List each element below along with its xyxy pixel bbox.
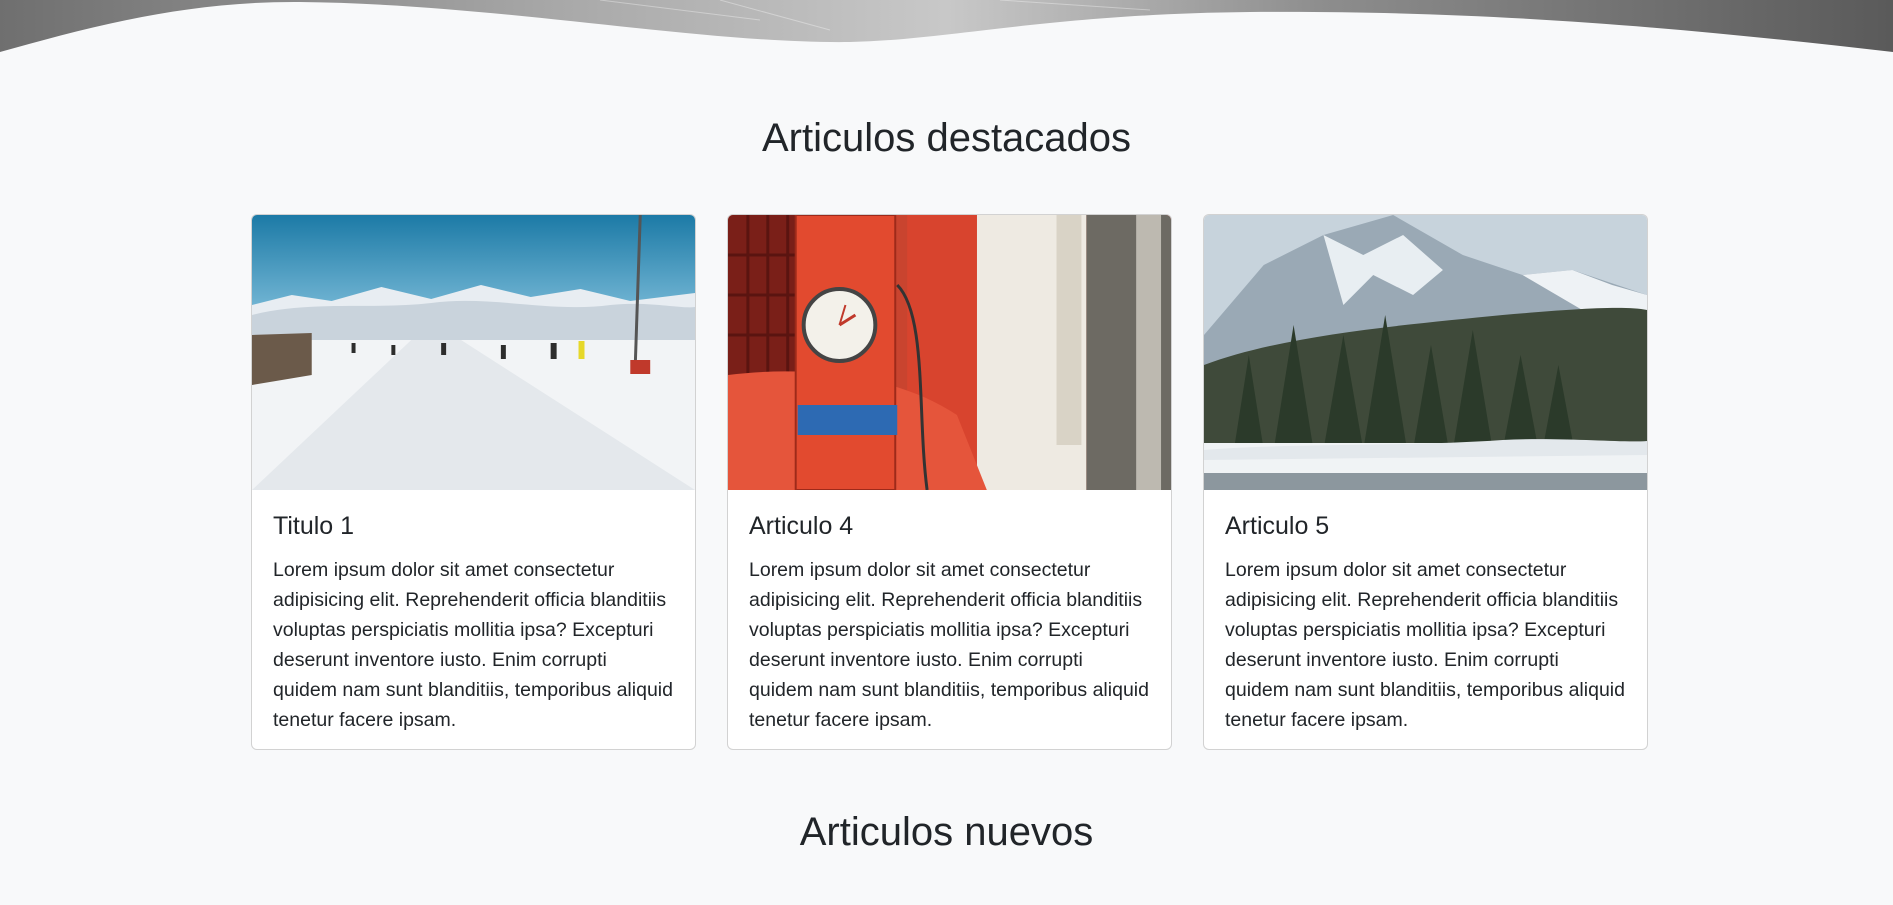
article-card[interactable]: Titulo 1 Lorem ipsum dolor sit amet cons… xyxy=(251,214,696,750)
vintage-gas-pump-image xyxy=(728,215,1171,490)
card-text: Lorem ipsum dolor sit amet consectetur a… xyxy=(273,559,673,731)
card-title: Titulo 1 xyxy=(273,512,355,540)
new-section-title: Articulos nuevos xyxy=(799,810,1094,854)
card-title: Articulo 5 xyxy=(1225,512,1330,540)
card-title: Articulo 4 xyxy=(749,512,854,540)
card-body: Articulo 4 Lorem ipsum dolor sit amet co… xyxy=(728,490,1171,749)
featured-section-title: Articulos destacados xyxy=(761,116,1132,160)
snowy-mountain-forest-image xyxy=(1204,215,1647,490)
hero-bottom-wave xyxy=(0,0,1893,52)
article-card[interactable]: Articulo 4 Lorem ipsum dolor sit amet co… xyxy=(727,214,1172,750)
featured-cards: Titulo 1 Lorem ipsum dolor sit amet cons… xyxy=(251,214,1648,750)
card-text: Lorem ipsum dolor sit amet consectetur a… xyxy=(749,559,1149,731)
card-body: Titulo 1 Lorem ipsum dolor sit amet cons… xyxy=(252,490,695,749)
card-body: Articulo 5 Lorem ipsum dolor sit amet co… xyxy=(1204,490,1647,749)
card-text: Lorem ipsum dolor sit amet consectetur a… xyxy=(1225,559,1625,731)
article-card[interactable]: Articulo 5 Lorem ipsum dolor sit amet co… xyxy=(1203,214,1648,750)
ski-slope-image xyxy=(252,215,695,490)
